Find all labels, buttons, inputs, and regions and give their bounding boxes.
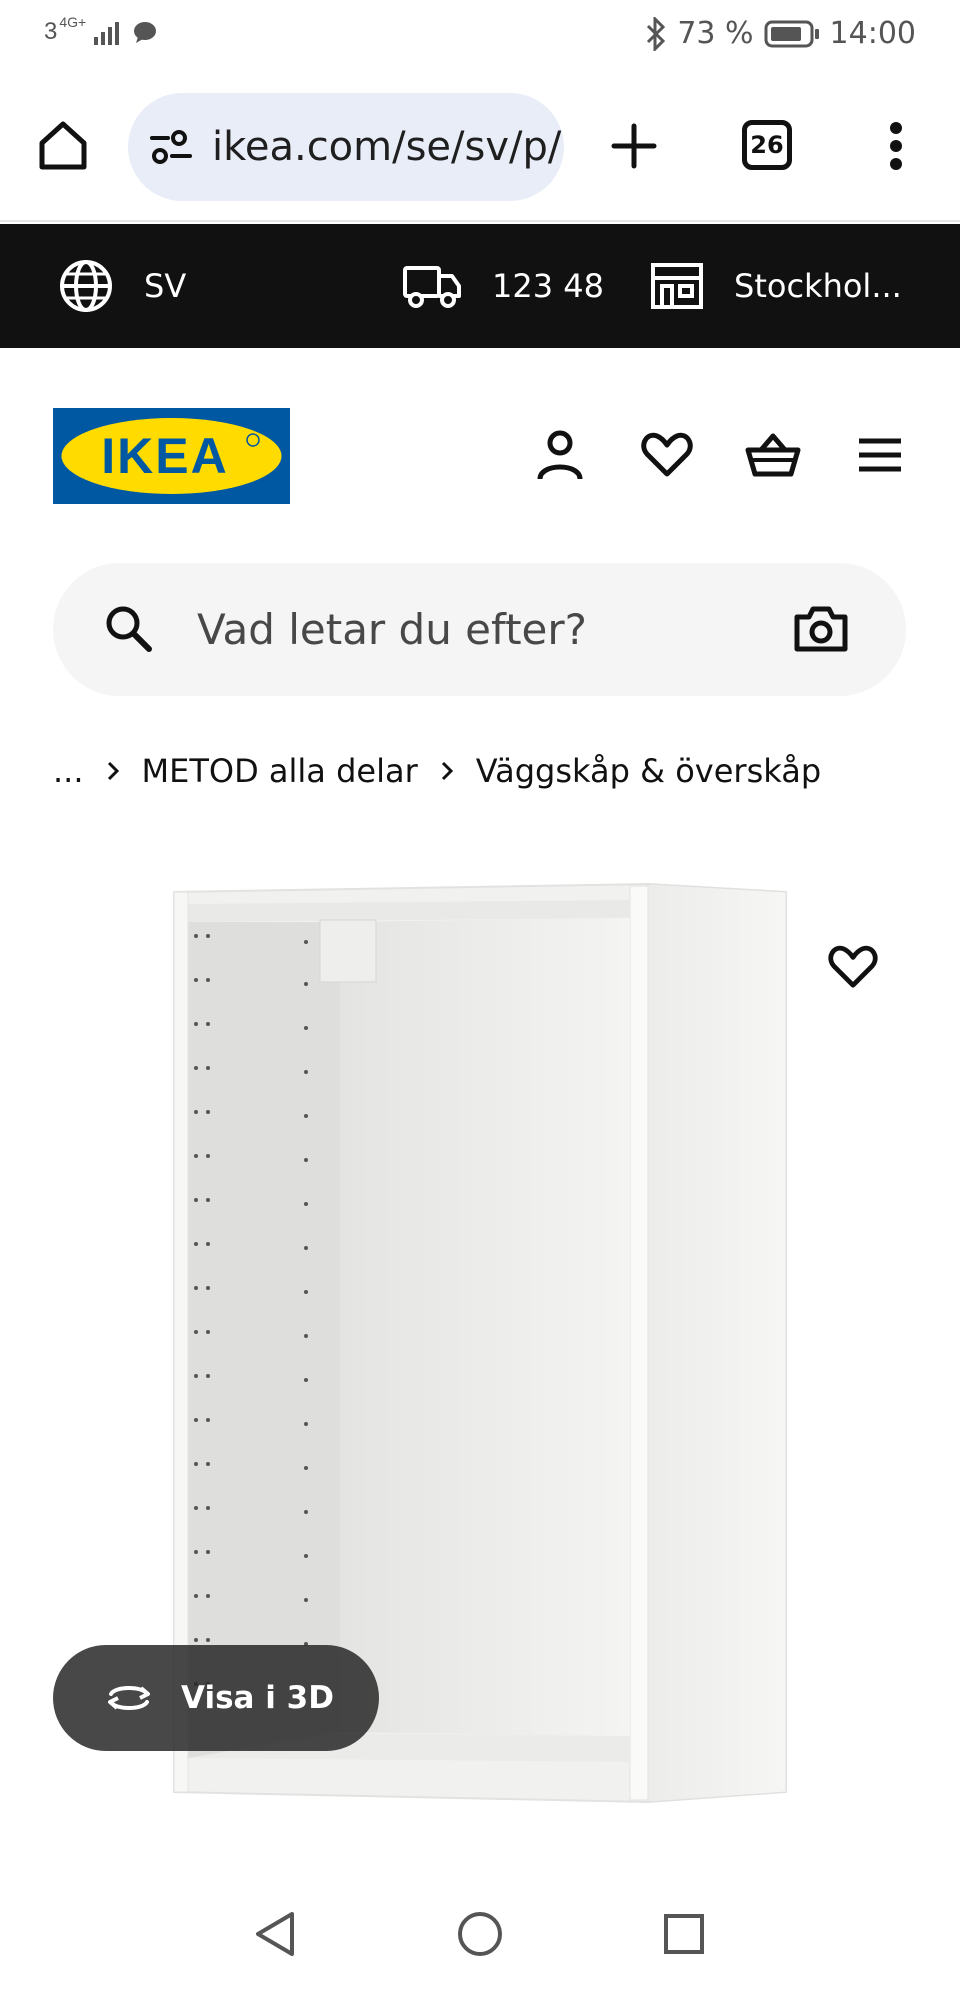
basket-icon: [745, 433, 801, 477]
heart-icon: [641, 432, 693, 477]
clock: 14:00: [829, 16, 916, 51]
breadcrumb-item-wall-cabinets[interactable]: Väggskåp & överskåp: [476, 752, 821, 790]
view-in-3d-button[interactable]: Visa i 3D: [53, 1645, 379, 1751]
language-selector[interactable]: SV: [58, 224, 186, 348]
postal-code-selector[interactable]: 123 48: [402, 224, 604, 348]
browser-toolbar: ikea.com/se/sv/p/ 26: [0, 72, 960, 222]
search-input[interactable]: [197, 563, 757, 696]
more-icon: [890, 122, 902, 170]
search-bar[interactable]: [53, 563, 906, 696]
back-icon: [256, 1912, 294, 1956]
favourite-heart-icon: [828, 945, 878, 988]
address-bar[interactable]: ikea.com/se/sv/p/: [128, 93, 564, 201]
profile-button[interactable]: [530, 425, 590, 485]
status-bar: 3 4G+ 73 % 14:00: [0, 0, 960, 72]
search-icon[interactable]: [101, 601, 157, 657]
postal-code-label: 123 48: [492, 267, 604, 305]
home-nav-button[interactable]: [450, 1904, 510, 1964]
status-left: 3 4G+: [44, 14, 158, 46]
breadcrumb: ... METOD alla delar Väggskåp & överskåp: [53, 745, 821, 797]
home-icon: [39, 121, 87, 170]
ikea-logo-mark: IKEA: [53, 408, 290, 504]
basket-button[interactable]: [743, 425, 803, 485]
plus-icon: [611, 123, 657, 169]
chevron-right-icon: [440, 760, 454, 782]
favourites-button[interactable]: [637, 425, 697, 485]
new-tab-button[interactable]: [604, 116, 664, 176]
store-label: Stockhol...: [734, 267, 902, 305]
language-label: SV: [144, 267, 187, 305]
status-right: 73 % 14:00: [645, 16, 916, 51]
tab-count: 26: [750, 131, 784, 159]
battery-percent: 73 %: [677, 16, 754, 51]
url-text: ikea.com/se/sv/p/: [212, 124, 562, 170]
tabs-button[interactable]: 26: [742, 120, 792, 170]
more-menu-button[interactable]: [876, 114, 916, 178]
logo-wordmark: IKEA: [101, 428, 228, 484]
ikea-logo[interactable]: IKEA: [53, 408, 290, 504]
view-in-3d-label: Visa i 3D: [181, 1680, 334, 1716]
chevron-right-icon: [106, 760, 120, 782]
system-nav-bar: [0, 1876, 960, 1991]
home-button[interactable]: [34, 116, 92, 174]
breadcrumb-item-metod[interactable]: METOD alla delar: [142, 752, 418, 790]
breadcrumb-ellipsis[interactable]: ...: [53, 752, 84, 790]
recents-button[interactable]: [654, 1904, 714, 1964]
menu-icon: [859, 438, 901, 472]
network-label: 3: [44, 18, 58, 45]
store-selector[interactable]: Stockhol...: [650, 224, 902, 348]
recents-icon: [664, 1914, 704, 1954]
globe-icon: [60, 260, 112, 312]
menu-button[interactable]: [850, 425, 910, 485]
back-button[interactable]: [245, 1904, 305, 1964]
battery-icon: [764, 20, 819, 47]
location-bar: SV 123 48 Stockhol...: [0, 224, 960, 348]
add-to-favourites-button[interactable]: [823, 937, 883, 997]
rotate-3d-icon: [108, 1686, 150, 1710]
profile-icon: [537, 430, 583, 480]
network-type-label: 4G+: [59, 14, 87, 30]
chat-icon: [134, 22, 157, 43]
camera-icon[interactable]: [793, 601, 849, 657]
bluetooth-icon: [647, 16, 666, 51]
truck-icon: [403, 266, 461, 308]
site-settings-icon[interactable]: [148, 124, 194, 170]
signal-icon: [94, 22, 120, 45]
store-icon: [651, 263, 703, 309]
home-circle-icon: [458, 1912, 502, 1956]
